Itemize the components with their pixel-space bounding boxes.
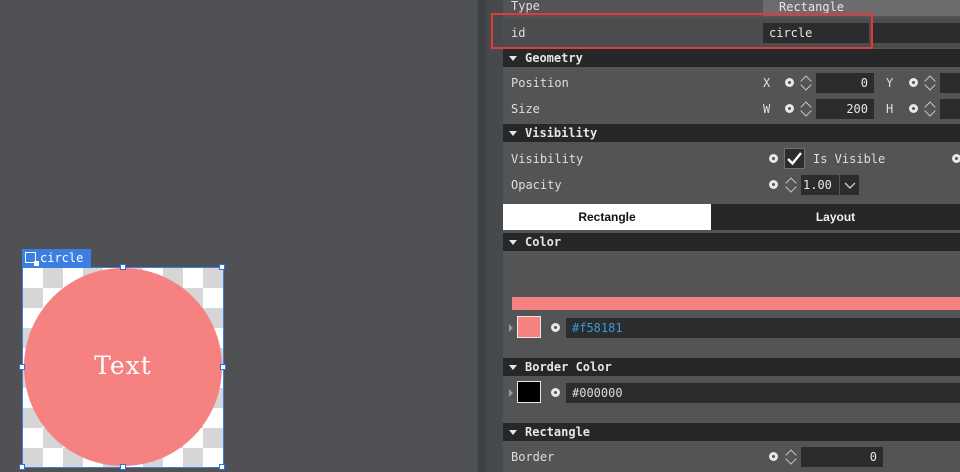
chevron-down-icon xyxy=(844,182,856,189)
gear-icon[interactable] xyxy=(551,388,560,397)
circle-text[interactable]: Text xyxy=(24,348,222,384)
y-axis-label: Y xyxy=(886,76,894,90)
gear-icon[interactable] xyxy=(952,154,960,163)
opacity-spinner[interactable] xyxy=(785,174,799,196)
collapse-icon xyxy=(509,364,517,370)
resize-handle-top-right[interactable] xyxy=(219,264,225,270)
y-spinner[interactable] xyxy=(924,72,938,94)
tab-rectangle[interactable]: Rectangle xyxy=(503,204,711,230)
opacity-dropdown[interactable] xyxy=(839,175,859,195)
h-spinner[interactable] xyxy=(924,98,938,120)
section-geometry-title: Geometry xyxy=(525,51,583,65)
visibility-label: Visibility xyxy=(511,152,584,166)
y-input[interactable] xyxy=(940,73,960,93)
h-input[interactable] xyxy=(940,99,960,119)
expand-icon[interactable] xyxy=(509,324,513,332)
color-preview-bar xyxy=(512,297,960,310)
gear-icon[interactable] xyxy=(909,104,918,113)
gear-icon[interactable] xyxy=(551,323,560,332)
collapse-icon xyxy=(509,429,517,435)
expand-icon[interactable] xyxy=(509,389,513,397)
section-border-color-title: Border Color xyxy=(525,360,612,374)
h-axis-label: H xyxy=(886,102,894,116)
x-axis-label: X xyxy=(763,76,771,90)
section-visibility[interactable]: Visibility xyxy=(503,124,960,142)
w-axis-label: W xyxy=(763,102,771,116)
opacity-input[interactable]: 1.00 xyxy=(801,175,839,195)
border-color-hex-input[interactable]: #000000 xyxy=(566,383,960,403)
resize-handle-bottom-right[interactable] xyxy=(219,464,225,470)
w-input[interactable]: 200 xyxy=(816,99,874,119)
border-label: Border xyxy=(511,450,555,464)
splitter-handle[interactable] xyxy=(478,0,486,472)
opacity-label: Opacity xyxy=(511,178,562,192)
resize-handle-top[interactable] xyxy=(120,264,126,270)
resize-handle-bottom-left[interactable] xyxy=(19,464,25,470)
gear-icon[interactable] xyxy=(769,452,778,461)
is-visible-label: Is Visible xyxy=(813,152,886,166)
item-select-icon xyxy=(25,252,39,266)
gear-icon[interactable] xyxy=(785,78,794,87)
color-hex-input[interactable]: #f58181 xyxy=(566,318,960,338)
id-input-extension[interactable] xyxy=(871,23,960,43)
section-rectangle[interactable]: Rectangle xyxy=(503,423,960,441)
gear-icon[interactable] xyxy=(769,180,778,189)
selected-item-label: circle xyxy=(40,251,84,265)
gear-icon[interactable] xyxy=(785,104,794,113)
resize-handle-right[interactable] xyxy=(220,364,226,370)
collapse-icon xyxy=(509,239,517,245)
gear-icon[interactable] xyxy=(909,78,918,87)
color-swatch[interactable] xyxy=(517,316,541,338)
border-spinner[interactable] xyxy=(785,446,799,468)
section-color-title: Color xyxy=(525,235,562,249)
border-color-swatch[interactable] xyxy=(517,381,541,403)
resize-handle-bottom[interactable] xyxy=(120,464,126,470)
size-label: Size xyxy=(511,102,540,116)
section-geometry[interactable]: Geometry xyxy=(503,49,960,67)
section-visibility-title: Visibility xyxy=(525,126,598,140)
resize-handle-left[interactable] xyxy=(19,364,25,370)
section-color[interactable]: Color xyxy=(503,233,960,251)
border-width-input[interactable]: 0 xyxy=(801,447,883,467)
section-border-color[interactable]: Border Color xyxy=(503,358,960,376)
x-input[interactable]: 0 xyxy=(816,73,874,93)
is-visible-checkbox[interactable] xyxy=(784,148,805,169)
gear-icon[interactable] xyxy=(769,154,778,163)
check-icon xyxy=(787,152,802,166)
collapse-icon xyxy=(509,130,517,136)
x-spinner[interactable] xyxy=(800,72,814,94)
section-rectangle-title: Rectangle xyxy=(525,425,591,439)
w-spinner[interactable] xyxy=(800,98,814,120)
tab-layout[interactable]: Layout xyxy=(711,204,960,230)
collapse-icon xyxy=(509,55,517,61)
highlight-box xyxy=(491,13,873,49)
position-label: Position xyxy=(511,76,569,90)
